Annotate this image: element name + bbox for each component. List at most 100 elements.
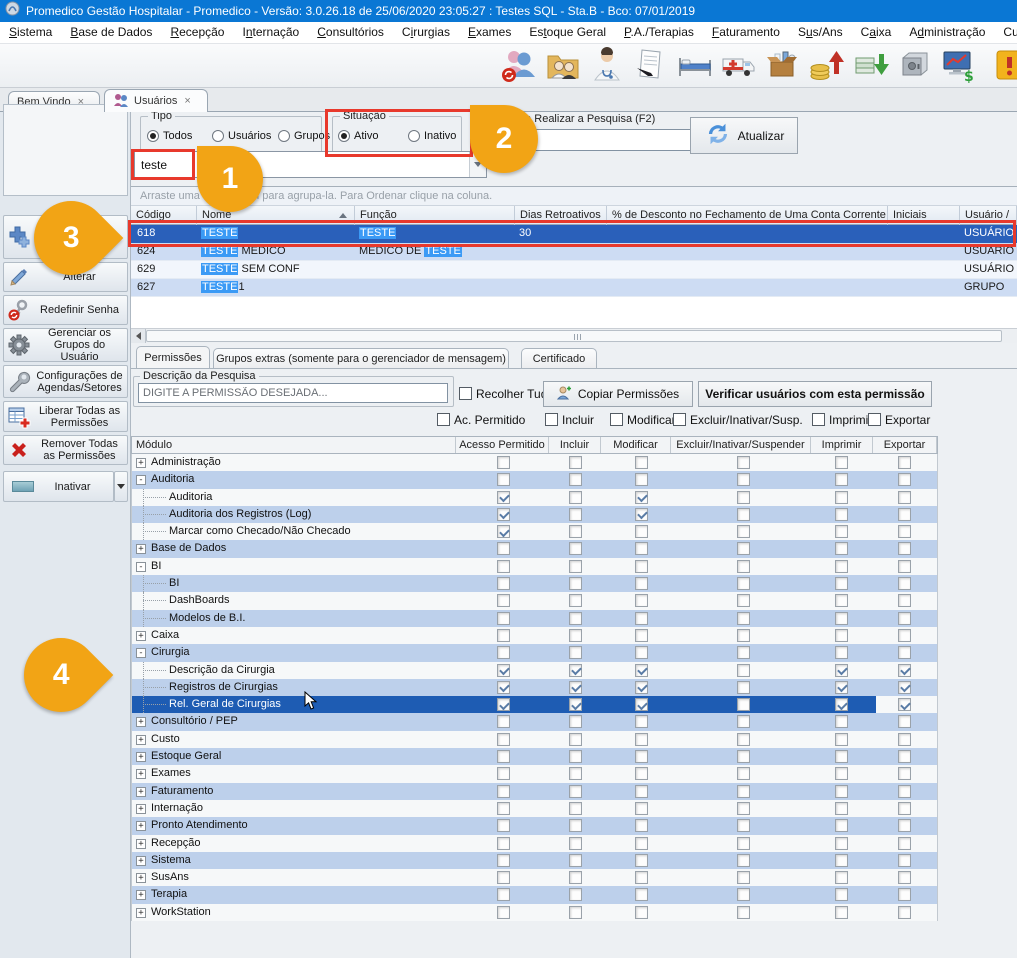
sidebar-button-redefinir-senha[interactable]: Redefinir Senha <box>3 295 128 325</box>
expand-plus-icon[interactable]: + <box>136 717 146 727</box>
expand-plus-icon[interactable]: + <box>136 544 146 554</box>
perm-checkbox-excluir[interactable] <box>737 473 750 486</box>
perm-checkbox-incluir[interactable] <box>569 871 582 884</box>
perm-row-consult-rio-pep[interactable]: +Consultório / PEP <box>132 713 937 730</box>
perm-checkbox-excluir[interactable] <box>737 508 750 521</box>
collapse-minus-icon[interactable]: - <box>136 648 146 658</box>
perm-checkbox-excluir[interactable] <box>737 542 750 555</box>
verificar-usuarios-button[interactable]: Verificar usuários com esta permissão <box>698 381 932 407</box>
perm-checkbox-exportar[interactable] <box>898 542 911 555</box>
perm-checkbox-incluir[interactable] <box>569 491 582 504</box>
user-sync-icon[interactable] <box>497 46 541 86</box>
supplies-box-icon[interactable] <box>761 46 805 86</box>
perm-checkbox-incluir[interactable] <box>569 473 582 486</box>
sidebar-button-remover-todas-as-permiss-es[interactable]: Remover Todas as Permissões <box>3 435 128 465</box>
perm-checkbox-exportar[interactable] <box>898 837 911 850</box>
money-down-icon[interactable] <box>849 46 893 86</box>
ambulance-icon[interactable] <box>717 46 761 86</box>
perm-checkbox-imprimir[interactable] <box>835 750 848 763</box>
expand-plus-icon[interactable]: + <box>136 856 146 866</box>
perm-checkbox-modificar[interactable] <box>635 819 648 832</box>
perm-checkbox-acesso[interactable] <box>497 664 510 677</box>
perm-checkbox-incluir[interactable] <box>569 664 582 677</box>
perm-checkbox-excluir[interactable] <box>737 871 750 884</box>
perm-column-header-modificar[interactable]: Modificar <box>601 437 671 453</box>
perm-checkbox-imprimir[interactable] <box>835 473 848 486</box>
perm-checkbox-modificar[interactable] <box>635 767 648 780</box>
perm-row-auditoria[interactable]: Auditoria <box>132 489 937 506</box>
perm-checkbox-incluir[interactable] <box>569 906 582 919</box>
safe-icon[interactable] <box>893 46 937 86</box>
perm-checkbox-acesso[interactable] <box>497 473 510 486</box>
perm-checkbox-incluir[interactable] <box>569 802 582 815</box>
collapse-minus-icon[interactable]: - <box>136 562 146 572</box>
perm-checkbox-incluir[interactable] <box>569 733 582 746</box>
menu-item-recep-o[interactable]: Recepção <box>161 22 233 43</box>
sidebar-button-configura-es-de-agendas-setores[interactable]: Configurações de Agendas/Setores <box>3 365 128 398</box>
perm-row-susans[interactable]: +SusAns <box>132 869 937 886</box>
perm-checkbox-imprimir[interactable] <box>835 664 848 677</box>
bulk-checkbox-excluir-inativar-susp-[interactable] <box>673 413 686 426</box>
perm-checkbox-modificar[interactable] <box>635 733 648 746</box>
perm-checkbox-acesso[interactable] <box>497 560 510 573</box>
recolher-tudo-checkbox[interactable] <box>459 387 472 400</box>
perm-checkbox-acesso[interactable] <box>497 715 510 728</box>
perm-row-descri-o-da-cirurgia[interactable]: Descrição da Cirurgia <box>132 662 937 679</box>
menu-item-faturamento[interactable]: Faturamento <box>703 22 789 43</box>
perm-checkbox-exportar[interactable] <box>898 664 911 677</box>
perm-row-auditoria-dos-registros-log-[interactable]: Auditoria dos Registros (Log) <box>132 506 937 523</box>
menu-item-administra-o[interactable]: Administração <box>900 22 994 43</box>
perm-checkbox-imprimir[interactable] <box>835 646 848 659</box>
bulk-checkbox-ac-permitido[interactable] <box>437 413 450 426</box>
user-group-folder-icon[interactable] <box>541 46 585 86</box>
perm-checkbox-modificar[interactable] <box>635 594 648 607</box>
perm-checkbox-modificar[interactable] <box>635 837 648 850</box>
perm-checkbox-acesso[interactable] <box>497 681 510 694</box>
perm-column-header-acesso-permitido[interactable]: Acesso Permitido <box>456 437 549 453</box>
perm-checkbox-modificar[interactable] <box>635 854 648 867</box>
scroll-left-button[interactable] <box>131 329 146 343</box>
perm-checkbox-excluir[interactable] <box>737 560 750 573</box>
perm-checkbox-excluir[interactable] <box>737 767 750 780</box>
perm-checkbox-modificar[interactable] <box>635 473 648 486</box>
expand-plus-icon[interactable]: + <box>136 752 146 762</box>
perm-checkbox-exportar[interactable] <box>898 715 911 728</box>
perm-checkbox-exportar[interactable] <box>898 508 911 521</box>
perm-checkbox-exportar[interactable] <box>898 612 911 625</box>
perm-row-base-de-dados[interactable]: +Base de Dados <box>132 540 937 557</box>
permission-search-input[interactable] <box>138 383 448 403</box>
perm-row-administra-o[interactable]: +Administração <box>132 454 937 471</box>
user-row-627[interactable]: 627TESTE1GRUPO <box>131 279 1017 297</box>
tipo-radio-usu-rios[interactable]: Usuários <box>212 130 271 142</box>
perm-checkbox-excluir[interactable] <box>737 698 750 711</box>
menu-item-cirurgias[interactable]: Cirurgias <box>393 22 459 43</box>
perm-checkbox-imprimir[interactable] <box>835 612 848 625</box>
perm-checkbox-imprimir[interactable] <box>835 491 848 504</box>
perm-checkbox-imprimir[interactable] <box>835 577 848 590</box>
perm-checkbox-incluir[interactable] <box>569 888 582 901</box>
perm-checkbox-modificar[interactable] <box>635 612 648 625</box>
perm-checkbox-acesso[interactable] <box>497 906 510 919</box>
perm-checkbox-incluir[interactable] <box>569 819 582 832</box>
perm-checkbox-modificar[interactable] <box>635 577 648 590</box>
atualizar-button[interactable]: Atualizar <box>690 117 798 154</box>
perm-checkbox-acesso[interactable] <box>497 629 510 642</box>
perm-checkbox-modificar[interactable] <box>635 715 648 728</box>
expand-plus-icon[interactable]: + <box>136 804 146 814</box>
contract-icon[interactable] <box>629 46 673 86</box>
perm-row-registros-de-cirurgias[interactable]: Registros de Cirurgias <box>132 679 937 696</box>
perm-checkbox-modificar[interactable] <box>635 491 648 504</box>
perm-column-header-exportar[interactable]: Exportar <box>873 437 937 453</box>
perm-row-workstation[interactable]: +WorkStation <box>132 904 937 921</box>
perm-checkbox-excluir[interactable] <box>737 612 750 625</box>
perm-checkbox-modificar[interactable] <box>635 906 648 919</box>
perm-checkbox-imprimir[interactable] <box>835 837 848 850</box>
expand-plus-icon[interactable]: + <box>136 873 146 883</box>
perm-checkbox-modificar[interactable] <box>635 802 648 815</box>
perm-checkbox-incluir[interactable] <box>569 785 582 798</box>
menu-item-exames[interactable]: Exames <box>459 22 520 43</box>
perm-checkbox-imprimir[interactable] <box>835 542 848 555</box>
perm-checkbox-incluir[interactable] <box>569 456 582 469</box>
perm-row-auditoria[interactable]: -Auditoria <box>132 471 937 488</box>
perm-checkbox-incluir[interactable] <box>569 698 582 711</box>
